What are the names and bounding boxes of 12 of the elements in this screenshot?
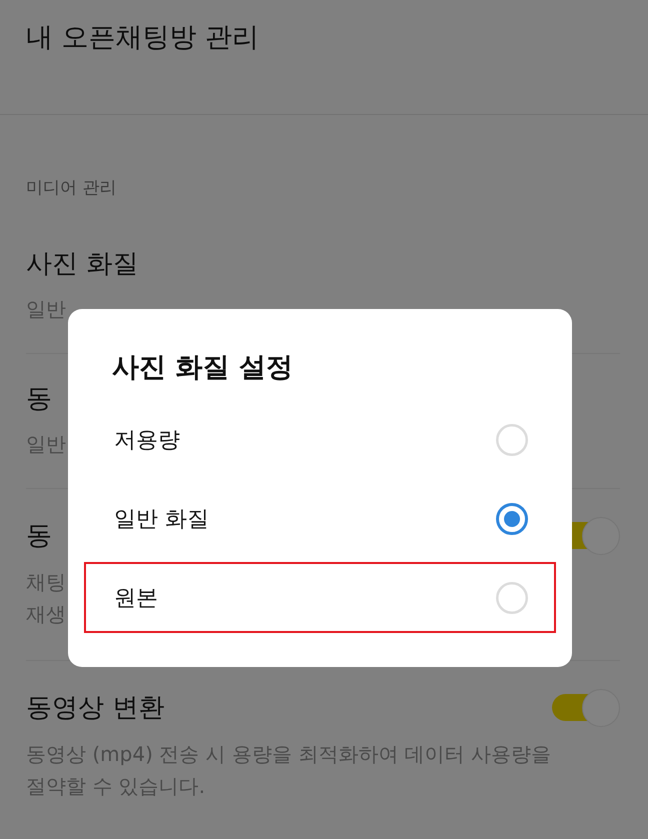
setting-title: 동 — [26, 520, 52, 553]
setting-title[interactable]: 사진 화질 — [26, 247, 138, 281]
setting-title[interactable]: 동 — [26, 382, 52, 416]
toggle-switch[interactable] — [552, 689, 620, 727]
quality-option[interactable]: 저용량 — [84, 404, 556, 475]
setting-title: 동영상 변환 — [26, 692, 164, 725]
quality-option[interactable]: 원본 — [84, 562, 556, 633]
section-label: 미디어 관리 — [26, 177, 116, 199]
quality-option[interactable]: 일반 화질 — [84, 483, 556, 554]
page-title: 내 오픈채팅방 관리 — [26, 21, 260, 55]
radio-icon[interactable] — [496, 502, 528, 534]
dialog-title: 사진 화질 설정 — [112, 351, 293, 385]
